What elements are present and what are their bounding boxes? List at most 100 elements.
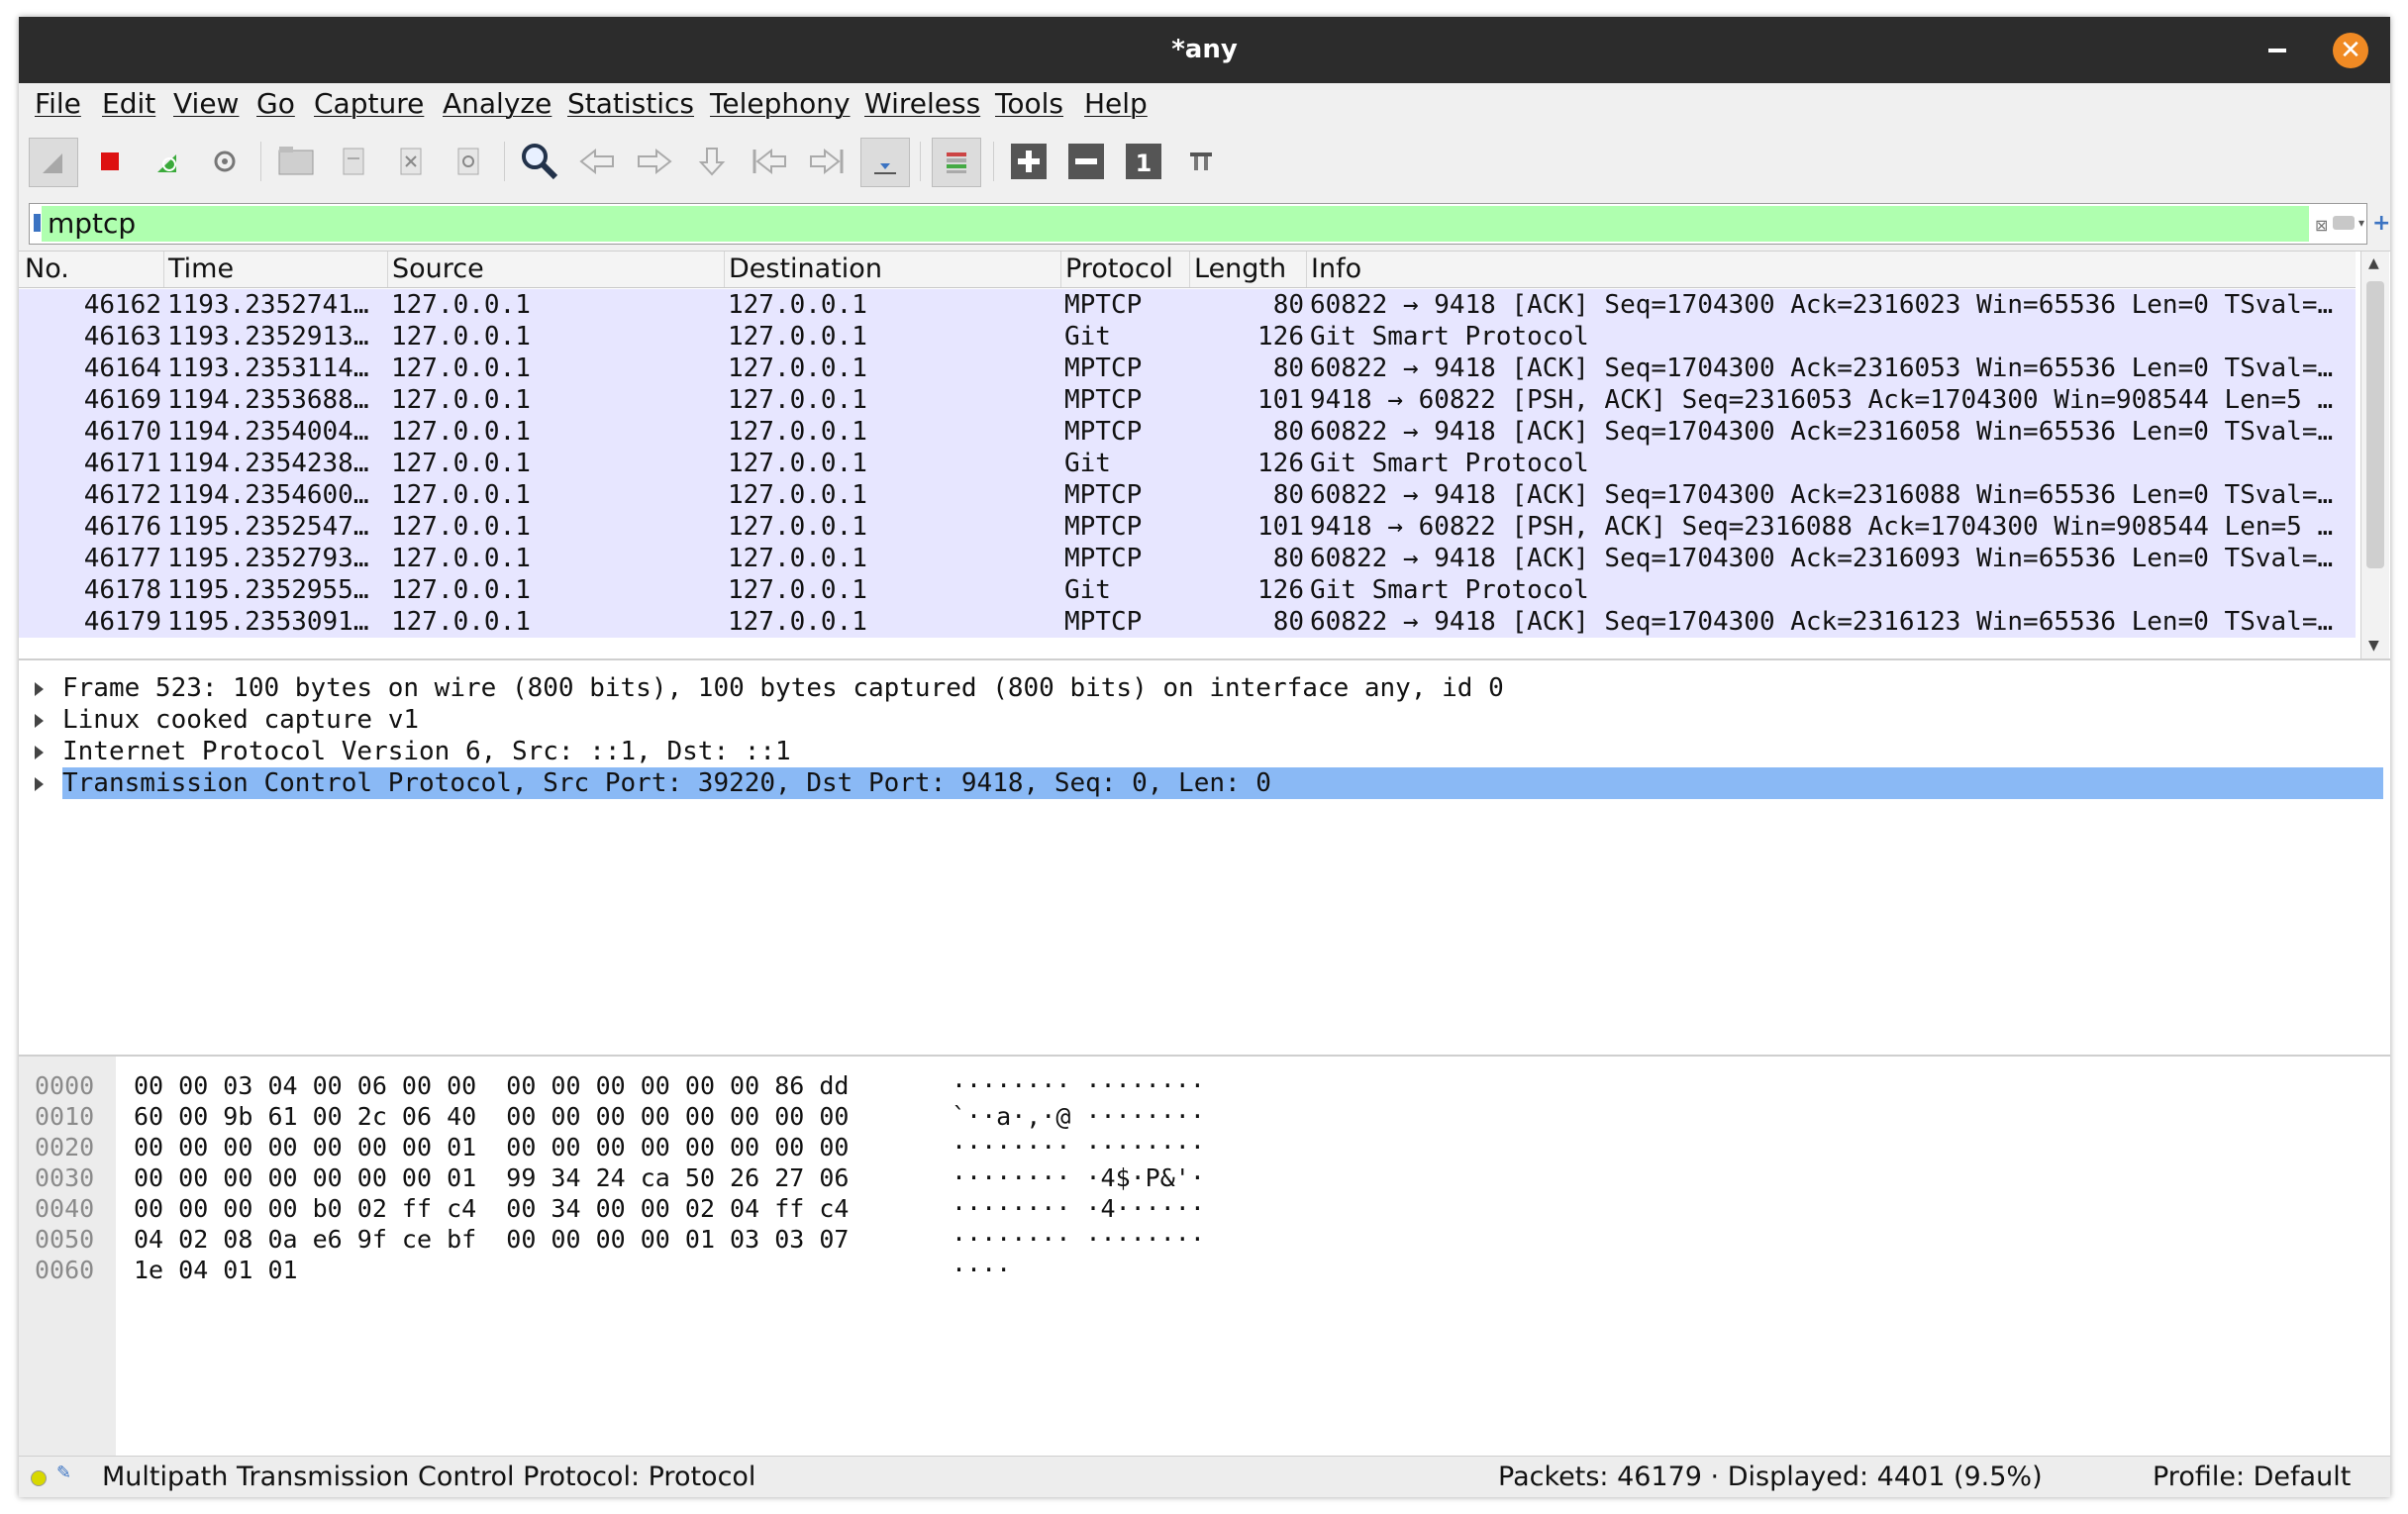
cell-info: 60822 → 9418 [ACK] Seq=1704300 Ack=23160… xyxy=(1310,480,2334,510)
restart-icon[interactable] xyxy=(144,138,191,185)
expand-arrow-icon[interactable] xyxy=(35,714,44,728)
scrollbar-thumb[interactable] xyxy=(2366,281,2384,568)
cell-src: 127.0.0.1 xyxy=(391,417,531,447)
apply-filter-icon[interactable] xyxy=(2333,216,2355,230)
detail-row-tcp[interactable]: Transmission Control Protocol, Src Port:… xyxy=(19,767,2390,799)
column-protocol[interactable]: Protocol xyxy=(1065,253,1173,284)
cell-len: 80 xyxy=(1272,353,1304,383)
cell-no: 46176 xyxy=(83,512,161,542)
zoom-in-icon[interactable] xyxy=(1005,138,1053,185)
menu-go[interactable]: Go xyxy=(256,87,295,120)
expand-arrow-icon[interactable] xyxy=(35,777,44,791)
capture-options-icon[interactable] xyxy=(201,138,249,185)
cell-src: 127.0.0.1 xyxy=(391,385,531,415)
resize-columns-icon[interactable] xyxy=(1177,138,1225,185)
packet-row[interactable]: 46163 1193.2352913… 127.0.0.1 127.0.0.1 Git 1… xyxy=(19,321,2356,353)
display-filter-bar[interactable]: mptcp ⊠ ▾ xyxy=(29,203,2367,245)
cell-info: 9418 → 60822 [PSH, ACK] Seq=2316088 Ack=… xyxy=(1310,512,2334,542)
first-packet-icon[interactable] xyxy=(746,138,793,185)
cell-time: 1195.2352955… xyxy=(167,575,369,605)
cell-src: 127.0.0.1 xyxy=(391,544,531,573)
byte-ascii: ···· xyxy=(952,1256,1012,1284)
zoom-out-icon[interactable] xyxy=(1062,138,1110,185)
packet-row[interactable]: 46177 1195.2352793… 127.0.0.1 127.0.0.1 MPTC… xyxy=(19,543,2356,574)
expert-info-led-icon[interactable] xyxy=(31,1470,47,1486)
bookmark-icon[interactable] xyxy=(34,214,41,232)
column-time[interactable]: Time xyxy=(168,253,234,284)
menu-telephony[interactable]: Telephony xyxy=(710,87,851,120)
open-file-icon[interactable] xyxy=(272,138,320,185)
close-button[interactable]: ✕ xyxy=(2333,33,2368,68)
menu-edit[interactable]: Edit xyxy=(102,87,155,120)
detail-row-linux-cooked[interactable]: Linux cooked capture v1 xyxy=(19,704,2390,736)
back-icon[interactable] xyxy=(573,138,621,185)
minimize-button[interactable] xyxy=(2268,49,2286,52)
profile-label[interactable]: Profile: Default xyxy=(2153,1462,2351,1492)
cell-proto: Git xyxy=(1064,322,1111,352)
packet-list-scrollbar[interactable]: ▲ ▼ xyxy=(2360,252,2389,659)
byte-off: 0060 xyxy=(35,1256,95,1284)
scroll-down-icon[interactable]: ▼ xyxy=(2368,638,2379,654)
reload-icon[interactable] xyxy=(445,138,492,185)
filter-dropdown-icon[interactable]: ▾ xyxy=(2358,216,2364,230)
column-destination[interactable]: Destination xyxy=(729,253,882,284)
packet-row[interactable]: 46172 1194.2354600… 127.0.0.1 127.0.0.1 MPTC… xyxy=(19,479,2356,511)
menu-tools[interactable]: Tools xyxy=(995,87,1063,120)
menu-analyze[interactable]: Analyze xyxy=(443,87,552,120)
cell-time: 1195.2353091… xyxy=(167,607,369,637)
menu-statistics[interactable]: Statistics xyxy=(567,87,694,120)
menu-file[interactable]: File xyxy=(35,87,81,120)
display-filter-input[interactable]: mptcp xyxy=(48,204,136,244)
column-source[interactable]: Source xyxy=(392,253,484,284)
colorize-icon[interactable] xyxy=(932,138,981,187)
close-file-icon[interactable] xyxy=(387,138,435,185)
shark-fin-start-icon[interactable] xyxy=(29,138,78,187)
scroll-up-icon[interactable]: ▲ xyxy=(2368,255,2379,271)
add-filter-button-icon[interactable]: + xyxy=(2372,211,2390,236)
detail-row-frame[interactable]: Frame 523: 100 bytes on wire (800 bits),… xyxy=(19,672,2390,704)
menu-capture[interactable]: Capture xyxy=(314,87,424,120)
packet-row[interactable]: 46169 1194.2353688… 127.0.0.1 127.0.0.1 MPTC… xyxy=(19,384,2356,416)
detail-row-ipv6[interactable]: Internet Protocol Version 6, Src: ::1, D… xyxy=(19,736,2390,767)
cell-len: 126 xyxy=(1257,322,1304,352)
cell-proto: MPTCP xyxy=(1064,290,1143,320)
autoscroll-icon[interactable] xyxy=(860,138,910,187)
cell-dst: 127.0.0.1 xyxy=(728,449,867,478)
find-icon[interactable] xyxy=(516,138,563,185)
expand-arrow-icon[interactable] xyxy=(35,682,44,696)
packet-list: No. Time Source Destination Protocol Len… xyxy=(19,251,2390,659)
byte-off: 0000 xyxy=(35,1071,95,1100)
packet-row[interactable]: 46178 1195.2352955… 127.0.0.1 127.0.0.1 Git 1… xyxy=(19,574,2356,606)
cell-no: 46177 xyxy=(83,544,161,573)
column-no[interactable]: No. xyxy=(25,253,69,284)
stop-icon[interactable] xyxy=(86,138,134,185)
last-packet-icon[interactable] xyxy=(803,138,851,185)
byte-hex: 00 00 00 00 00 00 00 01 99 34 24 ca 50 2… xyxy=(134,1163,850,1192)
cell-info: 60822 → 9418 [ACK] Seq=1704300 Ack=23161… xyxy=(1310,607,2334,637)
normal-size-icon[interactable]: 1 xyxy=(1120,138,1167,185)
cell-time: 1194.2354004… xyxy=(167,417,369,447)
packet-row[interactable]: 46162 1193.2352741… 127.0.0.1 127.0.0.1 MPTC… xyxy=(19,289,2356,321)
cell-info: Git Smart Protocol xyxy=(1310,449,1589,478)
column-length[interactable]: Length xyxy=(1194,253,1286,284)
packet-row[interactable]: 46164 1193.2353114… 127.0.0.1 127.0.0.1 MPTC… xyxy=(19,353,2356,384)
menu-help[interactable]: Help xyxy=(1084,87,1148,120)
column-info[interactable]: Info xyxy=(1311,253,1361,284)
packet-row[interactable]: 46171 1194.2354238… 127.0.0.1 127.0.0.1 Git 1… xyxy=(19,448,2356,479)
packet-row[interactable]: 46176 1195.2352547… 127.0.0.1 127.0.0.1 MPTC… xyxy=(19,511,2356,543)
packet-row[interactable]: 46179 1195.2353091… 127.0.0.1 127.0.0.1 MPTC… xyxy=(19,606,2356,638)
goto-packet-icon[interactable] xyxy=(688,138,736,185)
cell-len: 126 xyxy=(1257,575,1304,605)
menu-view[interactable]: View xyxy=(173,87,239,120)
clear-filter-icon[interactable]: ⊠ xyxy=(2315,216,2328,235)
forward-icon[interactable] xyxy=(631,138,678,185)
packet-row[interactable]: 46170 1194.2354004… 127.0.0.1 127.0.0.1 MPTC… xyxy=(19,416,2356,448)
menu-wireless[interactable]: Wireless xyxy=(864,87,980,120)
packet-bytes: 0000 00 00 03 04 00 06 00 00 00 00 00 00 … xyxy=(19,1055,2390,1458)
cell-no: 46178 xyxy=(83,575,161,605)
save-file-icon[interactable] xyxy=(330,138,377,185)
title-bar: *any ✕ xyxy=(19,17,2390,83)
window-title: *any xyxy=(1171,35,1238,64)
capture-comment-icon[interactable]: ✎ xyxy=(56,1463,71,1483)
expand-arrow-icon[interactable] xyxy=(35,746,44,759)
